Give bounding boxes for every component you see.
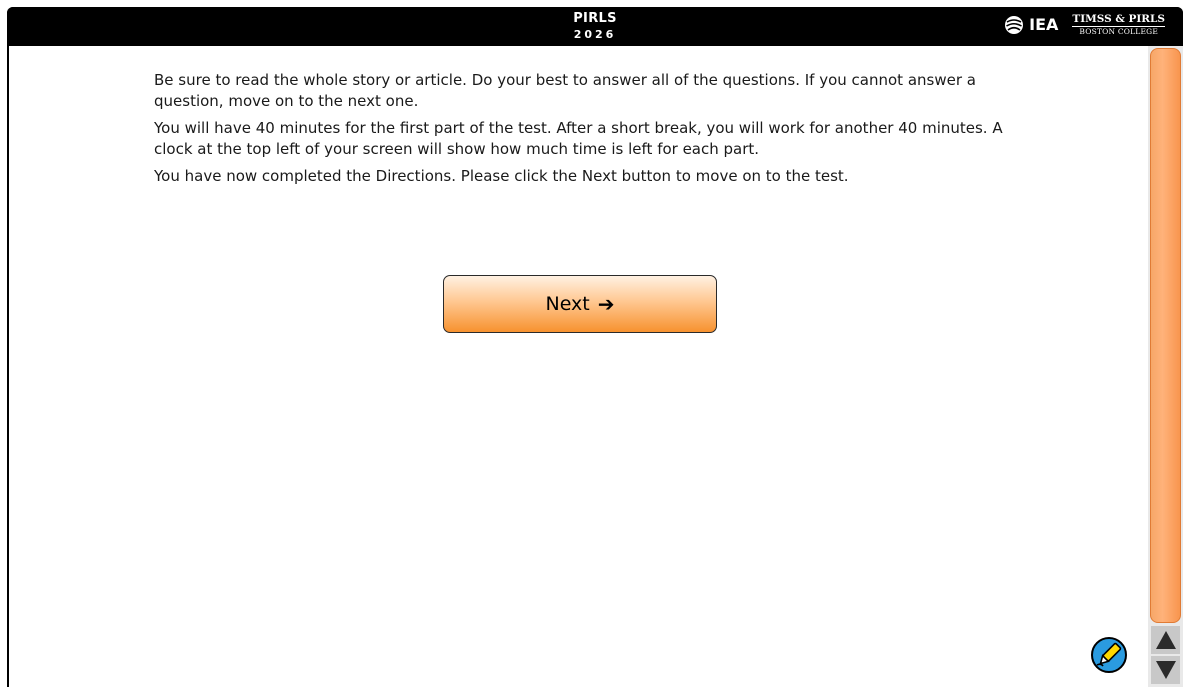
- scroll-up-button[interactable]: [1151, 626, 1180, 654]
- highlighter-pen-icon[interactable]: [1090, 636, 1128, 674]
- directions-paragraph-1: Be sure to read the whole story or artic…: [154, 71, 976, 110]
- app-year: 2026: [573, 28, 617, 41]
- next-button[interactable]: Next ➔: [443, 275, 717, 333]
- partner-institution: BOSTON COLLEGE: [1079, 26, 1159, 36]
- directions-paragraph-2: You will have 40 minutes for the first p…: [154, 119, 1003, 158]
- next-button-label: Next: [545, 293, 590, 315]
- iea-label: IEA: [1029, 15, 1059, 34]
- partner-name: TIMSS & PIRLS: [1072, 13, 1165, 27]
- timss-pirls-logo: TIMSS & PIRLS BOSTON COLLEGE: [1072, 14, 1165, 35]
- scroll-down-button[interactable]: [1151, 656, 1180, 684]
- top-bar: PIRLS 2026 IEA TIMSS & PIRLS BOSTON COLL…: [7, 7, 1183, 46]
- directions-text: Be sure to read the whole story or artic…: [154, 70, 1014, 193]
- scrollbar-thumb[interactable]: [1150, 48, 1181, 623]
- triangle-down-icon: [1155, 661, 1176, 679]
- app-frame: PIRLS 2026 IEA TIMSS & PIRLS BOSTON COLL…: [7, 7, 1183, 687]
- arrow-right-icon: ➔: [597, 292, 615, 316]
- directions-paragraph-3: You have now completed the Directions. P…: [154, 167, 849, 185]
- scrollbar[interactable]: [1148, 46, 1183, 687]
- triangle-up-icon: [1155, 631, 1176, 649]
- content-area: Be sure to read the whole story or artic…: [9, 46, 1148, 687]
- globe-icon: [1005, 15, 1024, 34]
- partner-logos: IEA TIMSS & PIRLS BOSTON COLLEGE: [1004, 14, 1165, 35]
